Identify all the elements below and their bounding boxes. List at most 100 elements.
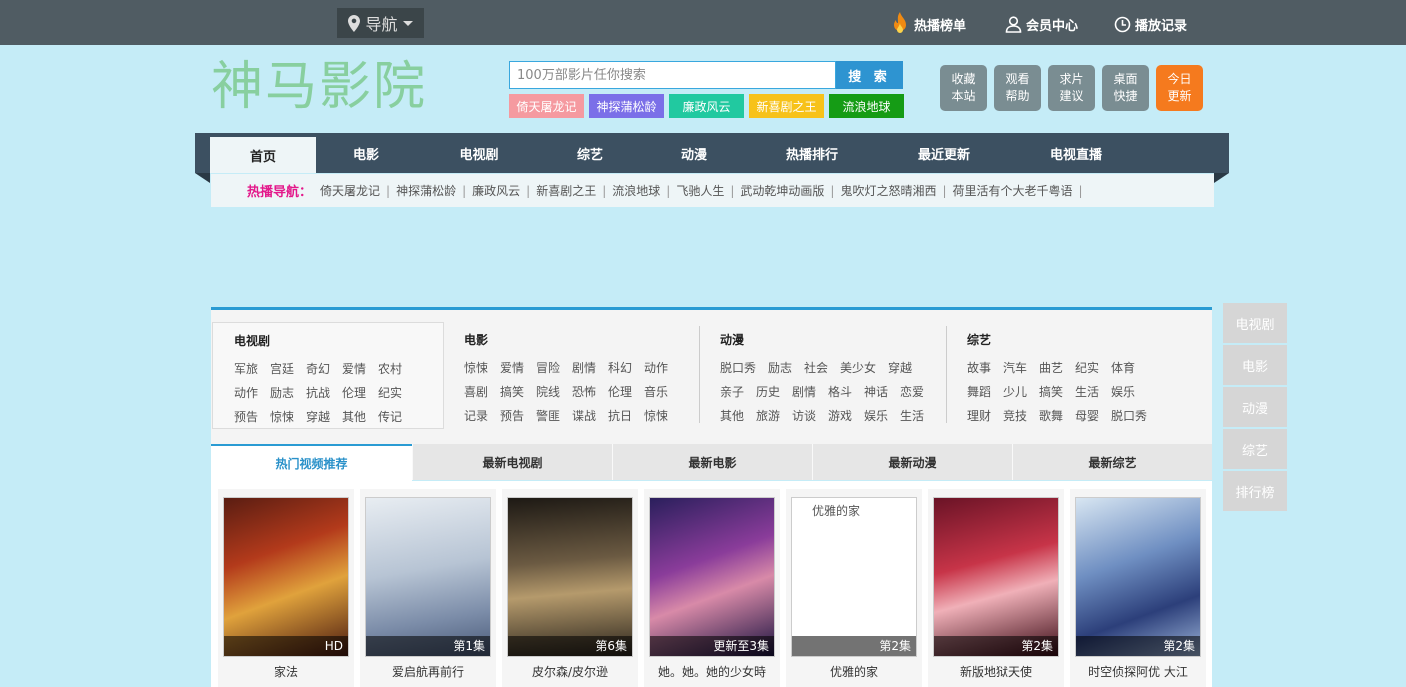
category-link[interactable]: 美少女 — [840, 359, 888, 376]
hot-nav-link[interactable]: 新喜剧之王 — [536, 182, 596, 199]
tab-latest-variety[interactable]: 最新综艺 — [1012, 444, 1212, 480]
category-link[interactable]: 预告 — [234, 408, 270, 425]
nav-tv[interactable]: 电视剧 — [439, 133, 519, 173]
video-title[interactable]: 她。她。她的少女時 — [644, 663, 780, 680]
category-link[interactable]: 剧情 — [572, 359, 608, 376]
video-title[interactable]: 皮尔森/皮尔逊 — [502, 663, 638, 680]
hot-nav-link[interactable]: 鬼吹灯之怒晴湘西 — [840, 182, 936, 199]
category-link[interactable]: 搞笑 — [500, 383, 536, 400]
category-link[interactable]: 院线 — [536, 383, 572, 400]
video-title[interactable]: 新版地狱天使 — [928, 663, 1064, 680]
desktop-shortcut-button[interactable]: 桌面 快捷 — [1102, 65, 1149, 111]
hot-nav-link[interactable]: 神探蒲松龄 — [396, 182, 456, 199]
nav-movie[interactable]: 电影 — [326, 133, 406, 173]
category-link[interactable]: 旅游 — [756, 407, 792, 424]
hot-tag-4[interactable]: 新喜剧之王 — [749, 94, 824, 118]
side-nav-ranking[interactable]: 排行榜 — [1223, 471, 1287, 511]
nav-dropdown-button[interactable]: 导航 — [337, 8, 424, 38]
play-history-link[interactable]: 播放记录 — [1114, 13, 1187, 35]
hot-nav-link[interactable]: 倚天屠龙记 — [320, 182, 380, 199]
video-title[interactable]: 优雅的家 — [786, 663, 922, 680]
category-link[interactable]: 惊悚 — [464, 359, 500, 376]
hot-tag-3[interactable]: 廉政风云 — [669, 94, 744, 118]
category-link[interactable]: 动作 — [644, 359, 680, 376]
member-center-link[interactable]: 会员中心 — [1005, 13, 1078, 35]
nav-variety[interactable]: 综艺 — [550, 133, 630, 173]
video-card[interactable]: 第2集 新版地狱天使 — [928, 489, 1064, 687]
video-card[interactable]: HD 家法 — [218, 489, 354, 687]
hot-nav-link[interactable]: 武动乾坤动画版 — [740, 182, 824, 199]
video-poster[interactable]: HD — [223, 497, 349, 657]
category-link[interactable]: 穿越 — [306, 408, 342, 425]
category-link[interactable]: 少儿 — [1003, 383, 1039, 400]
category-link[interactable]: 传记 — [378, 408, 414, 425]
category-link[interactable]: 警匪 — [536, 407, 572, 424]
category-title[interactable]: 综艺 — [967, 331, 1159, 347]
video-poster[interactable]: 更新至3集 — [649, 497, 775, 657]
hot-nav-link[interactable]: 飞驰人生 — [676, 182, 724, 199]
hot-nav-link[interactable]: 荷里活有个大老千粤语 — [953, 182, 1073, 199]
category-link[interactable]: 纪实 — [1075, 359, 1111, 376]
category-link[interactable]: 生活 — [900, 407, 936, 424]
video-poster[interactable]: 第1集 — [365, 497, 491, 657]
category-link[interactable]: 预告 — [500, 407, 536, 424]
help-button[interactable]: 观看 帮助 — [994, 65, 1041, 111]
category-link[interactable]: 励志 — [270, 384, 306, 401]
category-link[interactable]: 理财 — [967, 407, 1003, 424]
category-link[interactable]: 访谈 — [792, 407, 828, 424]
category-link[interactable]: 母婴 — [1075, 407, 1111, 424]
category-link[interactable]: 纪实 — [378, 384, 414, 401]
video-poster[interactable]: 第6集 — [507, 497, 633, 657]
nav-live[interactable]: 电视直播 — [1031, 133, 1121, 173]
category-title[interactable]: 电视剧 — [234, 332, 443, 348]
category-link[interactable]: 竞技 — [1003, 407, 1039, 424]
side-nav-anime[interactable]: 动漫 — [1223, 387, 1287, 427]
category-link[interactable]: 伦理 — [342, 384, 378, 401]
category-link[interactable]: 奇幻 — [306, 360, 342, 377]
category-link[interactable]: 穿越 — [888, 359, 924, 376]
category-link[interactable]: 军旅 — [234, 360, 270, 377]
nav-anime[interactable]: 动漫 — [654, 133, 734, 173]
category-link[interactable]: 记录 — [464, 407, 500, 424]
category-title[interactable]: 电影 — [464, 331, 680, 347]
video-poster[interactable]: 优雅的家 第2集 — [791, 497, 917, 657]
category-link[interactable]: 亲子 — [720, 383, 756, 400]
side-nav-movie[interactable]: 电影 — [1223, 345, 1287, 385]
hot-tag-5[interactable]: 流浪地球 — [829, 94, 904, 118]
category-link[interactable]: 搞笑 — [1039, 383, 1075, 400]
video-card[interactable]: 第2集 时空侦探阿优 大江 — [1070, 489, 1206, 687]
category-link[interactable]: 歌舞 — [1039, 407, 1075, 424]
site-logo[interactable]: 神马影院 — [211, 55, 427, 119]
hot-list-link[interactable]: 热播榜单 — [890, 12, 966, 35]
search-input[interactable] — [509, 61, 836, 89]
category-link[interactable]: 体育 — [1111, 359, 1147, 376]
category-link[interactable]: 娱乐 — [1111, 383, 1147, 400]
category-link[interactable]: 格斗 — [828, 383, 864, 400]
search-button[interactable]: 搜 索 — [836, 61, 903, 89]
category-link[interactable]: 伦理 — [608, 383, 644, 400]
bookmark-site-button[interactable]: 收藏 本站 — [940, 65, 987, 111]
hot-tag-1[interactable]: 倚天屠龙记 — [509, 94, 584, 118]
side-nav-tv[interactable]: 电视剧 — [1223, 303, 1287, 343]
category-link[interactable]: 社会 — [804, 359, 840, 376]
category-link[interactable]: 惊悚 — [644, 407, 680, 424]
video-poster[interactable]: 第2集 — [933, 497, 1059, 657]
video-title[interactable]: 爱启航再前行 — [360, 663, 496, 680]
category-link[interactable]: 爱情 — [342, 360, 378, 377]
category-link[interactable]: 游戏 — [828, 407, 864, 424]
category-link[interactable]: 科幻 — [608, 359, 644, 376]
request-button[interactable]: 求片 建议 — [1048, 65, 1095, 111]
category-link[interactable]: 曲艺 — [1039, 359, 1075, 376]
category-link[interactable]: 音乐 — [644, 383, 680, 400]
category-link[interactable]: 神话 — [864, 383, 900, 400]
nav-latest[interactable]: 最近更新 — [899, 133, 989, 173]
category-link[interactable]: 谍战 — [572, 407, 608, 424]
category-link[interactable]: 生活 — [1075, 383, 1111, 400]
category-link[interactable]: 抗日 — [608, 407, 644, 424]
hot-nav-link[interactable]: 流浪地球 — [612, 182, 660, 199]
video-title[interactable]: 家法 — [218, 663, 354, 680]
video-poster[interactable]: 第2集 — [1075, 497, 1201, 657]
category-link[interactable]: 惊悚 — [270, 408, 306, 425]
tab-latest-movie[interactable]: 最新电影 — [612, 444, 812, 480]
category-link[interactable]: 励志 — [768, 359, 804, 376]
